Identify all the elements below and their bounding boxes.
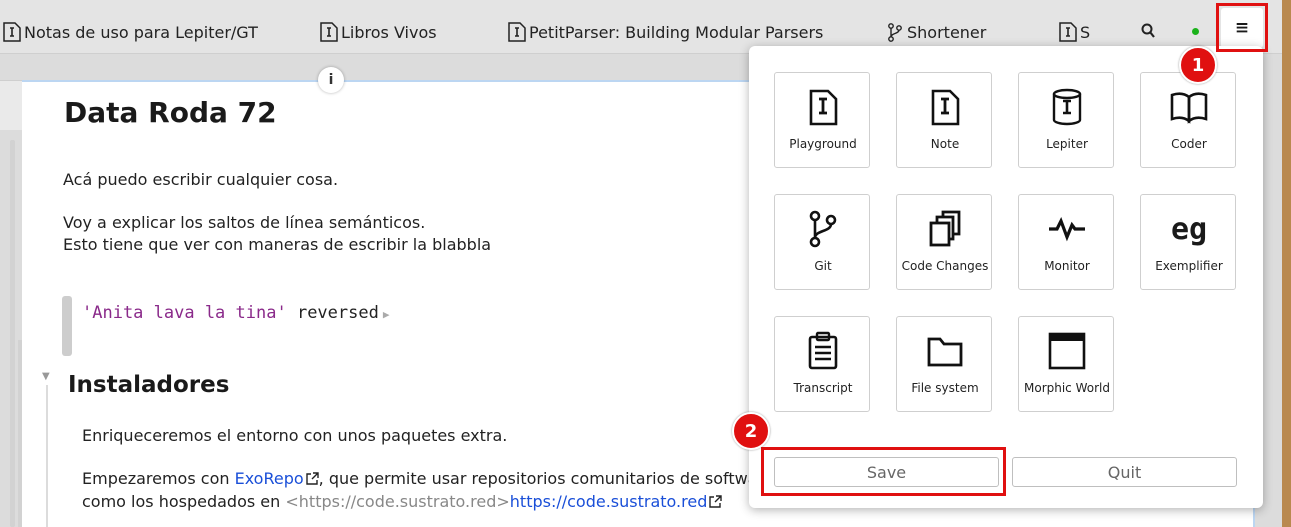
menu-tile-code-changes[interactable]: Code Changes bbox=[896, 194, 992, 290]
tile-label: Exemplifier bbox=[1155, 259, 1223, 273]
left-panel-strip bbox=[0, 80, 22, 130]
menu-tile-monitor[interactable]: Monitor bbox=[1018, 194, 1114, 290]
menu-tile-git[interactable]: Git bbox=[774, 194, 870, 290]
page-icon bbox=[1059, 22, 1077, 42]
tile-label: Git bbox=[814, 259, 832, 273]
tab-s[interactable]: S bbox=[1059, 20, 1090, 44]
paragraph: Esto tiene que ver con maneras de escrib… bbox=[63, 235, 492, 254]
menu-tile-file-system[interactable]: File system bbox=[896, 316, 992, 412]
menu-tile-playground[interactable]: Playground bbox=[774, 72, 870, 168]
tile-label: Lepiter bbox=[1046, 137, 1088, 151]
menu-tile-morphic-world[interactable]: Morphic World bbox=[1018, 316, 1114, 412]
git-branch-icon bbox=[886, 22, 904, 42]
menu-tile-exemplifier[interactable]: eg Exemplifier bbox=[1140, 194, 1236, 290]
tab-shortener[interactable]: Shortener bbox=[886, 20, 986, 44]
paragraph: Voy a explicar los saltos de línea semán… bbox=[63, 213, 426, 232]
code-message: reversed bbox=[296, 303, 379, 323]
window-icon bbox=[1045, 329, 1089, 373]
menu-tile-lepiter[interactable]: Lepiter bbox=[1018, 72, 1114, 168]
tab-label: S bbox=[1080, 22, 1091, 42]
book-icon bbox=[1167, 85, 1211, 129]
run-icon[interactable]: ▶ bbox=[383, 308, 390, 321]
raw-url: <https://code.sustrato.red> bbox=[285, 492, 510, 511]
wooden-background bbox=[1282, 0, 1291, 527]
paragraph: Acá puedo escribir cualquier cosa. bbox=[63, 170, 339, 189]
folder-icon bbox=[923, 329, 967, 373]
section-line bbox=[46, 385, 48, 527]
external-link-icon bbox=[709, 493, 723, 508]
info-button[interactable]: i bbox=[318, 67, 344, 93]
tab-label: PetitParser: Building Modular Parsers bbox=[529, 22, 824, 42]
scroll-rail[interactable] bbox=[10, 140, 15, 527]
external-link-icon bbox=[305, 470, 319, 485]
tile-label: File system bbox=[911, 381, 979, 395]
tab-notas[interactable]: Notas de uso para Lepiter/GT bbox=[3, 20, 258, 44]
clipboard-icon bbox=[801, 329, 845, 373]
pulse-icon bbox=[1045, 207, 1089, 251]
status-dot-icon bbox=[1192, 28, 1199, 35]
paragraph: Empezaremos con ExoRepo , que permite usa… bbox=[82, 469, 779, 488]
text: , que permite usar repositorios comunita… bbox=[318, 469, 779, 488]
git-icon bbox=[801, 207, 845, 251]
page-icon bbox=[320, 22, 338, 42]
page-icon bbox=[508, 22, 526, 42]
paragraph: Enriqueceremos el entorno con unos paque… bbox=[82, 426, 508, 445]
tile-label: Monitor bbox=[1044, 259, 1090, 273]
code-snippet[interactable]: 'Anita lava la tina' reversed ▶ bbox=[62, 296, 442, 356]
code-string: 'Anita lava la tina' bbox=[82, 303, 287, 323]
tile-label: Code Changes bbox=[901, 259, 989, 273]
tile-label: Coder bbox=[1171, 137, 1207, 151]
tile-label: Playground bbox=[789, 137, 857, 151]
tile-label: Morphic World bbox=[1024, 381, 1110, 395]
info-icon: i bbox=[328, 72, 334, 88]
paragraph: como los hospedados en <https://code.sus… bbox=[82, 492, 723, 511]
section-title: Instaladores bbox=[68, 372, 230, 398]
tab-petitparser[interactable]: PetitParser: Building Modular Parsers bbox=[508, 20, 823, 44]
quit-button[interactable]: Quit bbox=[1012, 457, 1237, 487]
tile-label: Note bbox=[930, 137, 960, 151]
tab-libros-vivos[interactable]: Libros Vivos bbox=[320, 20, 437, 44]
highlight-box-menu bbox=[1216, 3, 1268, 52]
snippet-bar bbox=[62, 296, 72, 356]
eg-icon: eg bbox=[1170, 211, 1208, 247]
lepiter-icon bbox=[1045, 85, 1089, 129]
playground-icon bbox=[801, 85, 845, 129]
text: Empezaremos con bbox=[82, 469, 235, 488]
main-menu-popup: Playground Note Lepiter Coder Git Code C… bbox=[749, 46, 1263, 508]
exorepo-link[interactable]: ExoRepo bbox=[235, 469, 304, 488]
annotation-badge-1: 1 bbox=[1179, 46, 1217, 84]
tab-label: Shortener bbox=[907, 22, 987, 42]
tab-label: Notas de uso para Lepiter/GT bbox=[24, 22, 258, 42]
tab-label: Libros Vivos bbox=[341, 22, 437, 42]
annotation-badge-2: 2 bbox=[732, 412, 770, 450]
copy-icon bbox=[923, 207, 967, 251]
menu-tile-transcript[interactable]: Transcript bbox=[774, 316, 870, 412]
note-icon bbox=[923, 85, 967, 129]
collapse-arrow-icon[interactable]: ▼ bbox=[42, 371, 50, 382]
sustrato-link[interactable]: https://code.sustrato.red bbox=[510, 492, 708, 511]
text: como los hospedados en bbox=[82, 492, 286, 511]
menu-tile-coder[interactable]: Coder bbox=[1140, 72, 1236, 168]
menu-tile-note[interactable]: Note bbox=[896, 72, 992, 168]
search-icon[interactable] bbox=[1140, 22, 1156, 40]
page-title: Data Roda 72 bbox=[64, 96, 277, 129]
tile-label: Transcript bbox=[793, 381, 853, 395]
highlight-box-save bbox=[761, 447, 1006, 496]
page-icon bbox=[3, 22, 21, 42]
